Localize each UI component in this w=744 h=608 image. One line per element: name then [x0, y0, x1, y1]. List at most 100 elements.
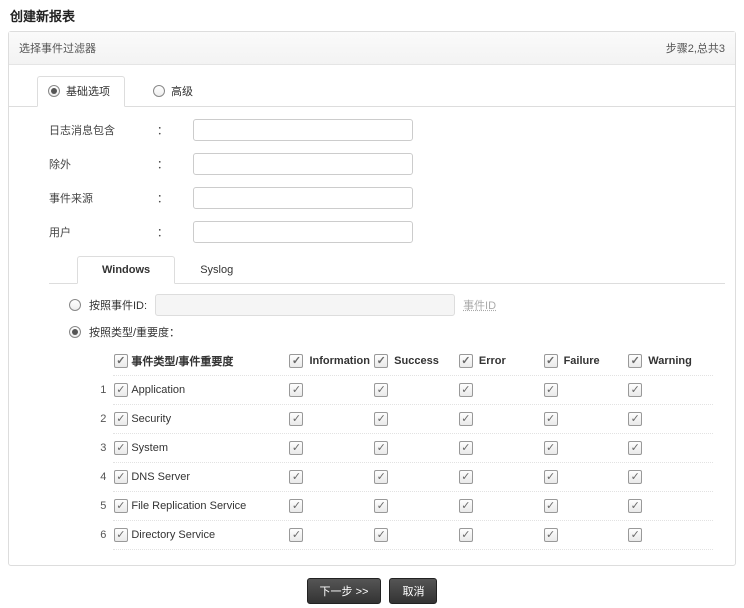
input-contains[interactable]: [193, 119, 413, 141]
input-source[interactable]: [193, 187, 413, 209]
check-cell[interactable]: [374, 441, 388, 455]
check-cell[interactable]: [544, 499, 558, 513]
tab-basic[interactable]: 基础选项: [37, 76, 125, 107]
check-cell[interactable]: [374, 470, 388, 484]
tab-advanced[interactable]: 高级: [143, 77, 207, 106]
step-progress: 步骤2,总共3: [666, 40, 725, 56]
check-cell[interactable]: [544, 412, 558, 426]
next-button[interactable]: 下一步 >>: [307, 578, 382, 604]
check-cell[interactable]: [544, 441, 558, 455]
colon: ：: [157, 122, 193, 138]
check-all-error[interactable]: [459, 354, 473, 368]
row-index: 5: [97, 500, 112, 512]
check-cell[interactable]: [289, 441, 303, 455]
wizard-buttons: 下一步 >> 取消: [0, 566, 744, 608]
severity-table: 事件类型/事件重要度 InformationSuccessErrorFailur…: [97, 348, 713, 550]
check-row[interactable]: [114, 412, 128, 426]
check-row[interactable]: [114, 528, 128, 542]
check-cell[interactable]: [544, 528, 558, 542]
row-index: 1: [97, 384, 112, 396]
check-all-success[interactable]: [374, 354, 388, 368]
check-cell[interactable]: [628, 528, 642, 542]
tab-syslog[interactable]: Syslog: [175, 256, 258, 284]
check-all-failure[interactable]: [544, 354, 558, 368]
check-cell[interactable]: [374, 499, 388, 513]
step-label: 选择事件过滤器: [19, 40, 96, 56]
wizard-card: 选择事件过滤器 步骤2,总共3 基础选项 高级 日志消息包含 ： 除外 ：: [8, 31, 736, 566]
input-except[interactable]: [193, 153, 413, 175]
check-row[interactable]: [114, 499, 128, 513]
row-index: 6: [97, 529, 112, 541]
check-cell[interactable]: [289, 528, 303, 542]
basic-form: 日志消息包含 ： 除外 ： 事件来源 ： 用户 ： Windows S: [9, 107, 735, 565]
sev-head-label: Success: [394, 355, 439, 367]
tab-basic-label: 基础选项: [66, 83, 110, 99]
label-except: 除外: [49, 156, 157, 172]
check-cell[interactable]: [459, 528, 473, 542]
label-source: 事件来源: [49, 190, 157, 206]
check-all-warning[interactable]: [628, 354, 642, 368]
check-cell[interactable]: [459, 499, 473, 513]
check-cell[interactable]: [459, 470, 473, 484]
check-cell[interactable]: [628, 383, 642, 397]
row-index: 2: [97, 413, 112, 425]
check-cell[interactable]: [628, 441, 642, 455]
tab-advanced-label: 高级: [171, 83, 193, 99]
page-title: 创建新报表: [0, 0, 744, 31]
check-cell[interactable]: [374, 383, 388, 397]
table-row: 3System: [97, 435, 713, 461]
label-by-id: 按照事件ID:: [89, 297, 147, 313]
row-name: System: [129, 442, 289, 454]
row-name: DNS Server: [129, 471, 289, 483]
check-cell[interactable]: [289, 383, 303, 397]
colon: ：: [157, 224, 193, 240]
row-name: File Replication Service: [129, 500, 289, 512]
check-cell[interactable]: [374, 528, 388, 542]
row-name: Directory Service: [129, 529, 289, 541]
check-cell[interactable]: [289, 412, 303, 426]
radio-by-type[interactable]: [69, 326, 81, 338]
step-header: 选择事件过滤器 步骤2,总共3: [9, 32, 735, 65]
check-cell[interactable]: [628, 412, 642, 426]
hint-event-id: 事件ID: [463, 297, 496, 313]
check-row[interactable]: [114, 470, 128, 484]
sev-head-label: Warning: [648, 355, 692, 367]
table-row: 2 Security: [97, 406, 713, 432]
radio-advanced[interactable]: [153, 85, 165, 97]
check-cell[interactable]: [628, 470, 642, 484]
colon: ：: [157, 190, 193, 206]
check-cell[interactable]: [628, 499, 642, 513]
check-cell[interactable]: [459, 383, 473, 397]
source-tabs: Windows Syslog: [49, 255, 725, 284]
label-by-type: 按照类型/重要度：: [89, 324, 180, 340]
check-cell[interactable]: [289, 470, 303, 484]
radio-basic[interactable]: [48, 85, 60, 97]
table-row: 6 Directory Service: [97, 522, 713, 548]
check-row[interactable]: [114, 383, 128, 397]
mode-tabs: 基础选项 高级: [9, 65, 735, 107]
radio-by-id[interactable]: [69, 299, 81, 311]
check-row[interactable]: [114, 441, 128, 455]
check-cell[interactable]: [459, 441, 473, 455]
tab-windows[interactable]: Windows: [77, 256, 175, 284]
table-row: 5 File Replication Service: [97, 493, 713, 519]
row-index: 4: [97, 471, 112, 483]
check-all-information[interactable]: [289, 354, 303, 368]
check-cell[interactable]: [289, 499, 303, 513]
input-event-id[interactable]: [155, 294, 455, 316]
table-row: 4 DNS Server: [97, 464, 713, 490]
label-contains: 日志消息包含: [49, 122, 157, 138]
check-cell[interactable]: [544, 383, 558, 397]
cancel-button[interactable]: 取消: [389, 578, 437, 604]
row-name: Security: [129, 413, 289, 425]
check-cell[interactable]: [459, 412, 473, 426]
table-row: 1 Application: [97, 377, 713, 403]
sev-head-label: Failure: [564, 355, 600, 367]
label-user: 用户: [49, 224, 157, 240]
check-all-types[interactable]: [114, 354, 128, 368]
check-cell[interactable]: [374, 412, 388, 426]
check-cell[interactable]: [544, 470, 558, 484]
table-header-row: 事件类型/事件重要度 InformationSuccessErrorFailur…: [97, 348, 713, 374]
row-name: Application: [129, 384, 289, 396]
input-user[interactable]: [193, 221, 413, 243]
